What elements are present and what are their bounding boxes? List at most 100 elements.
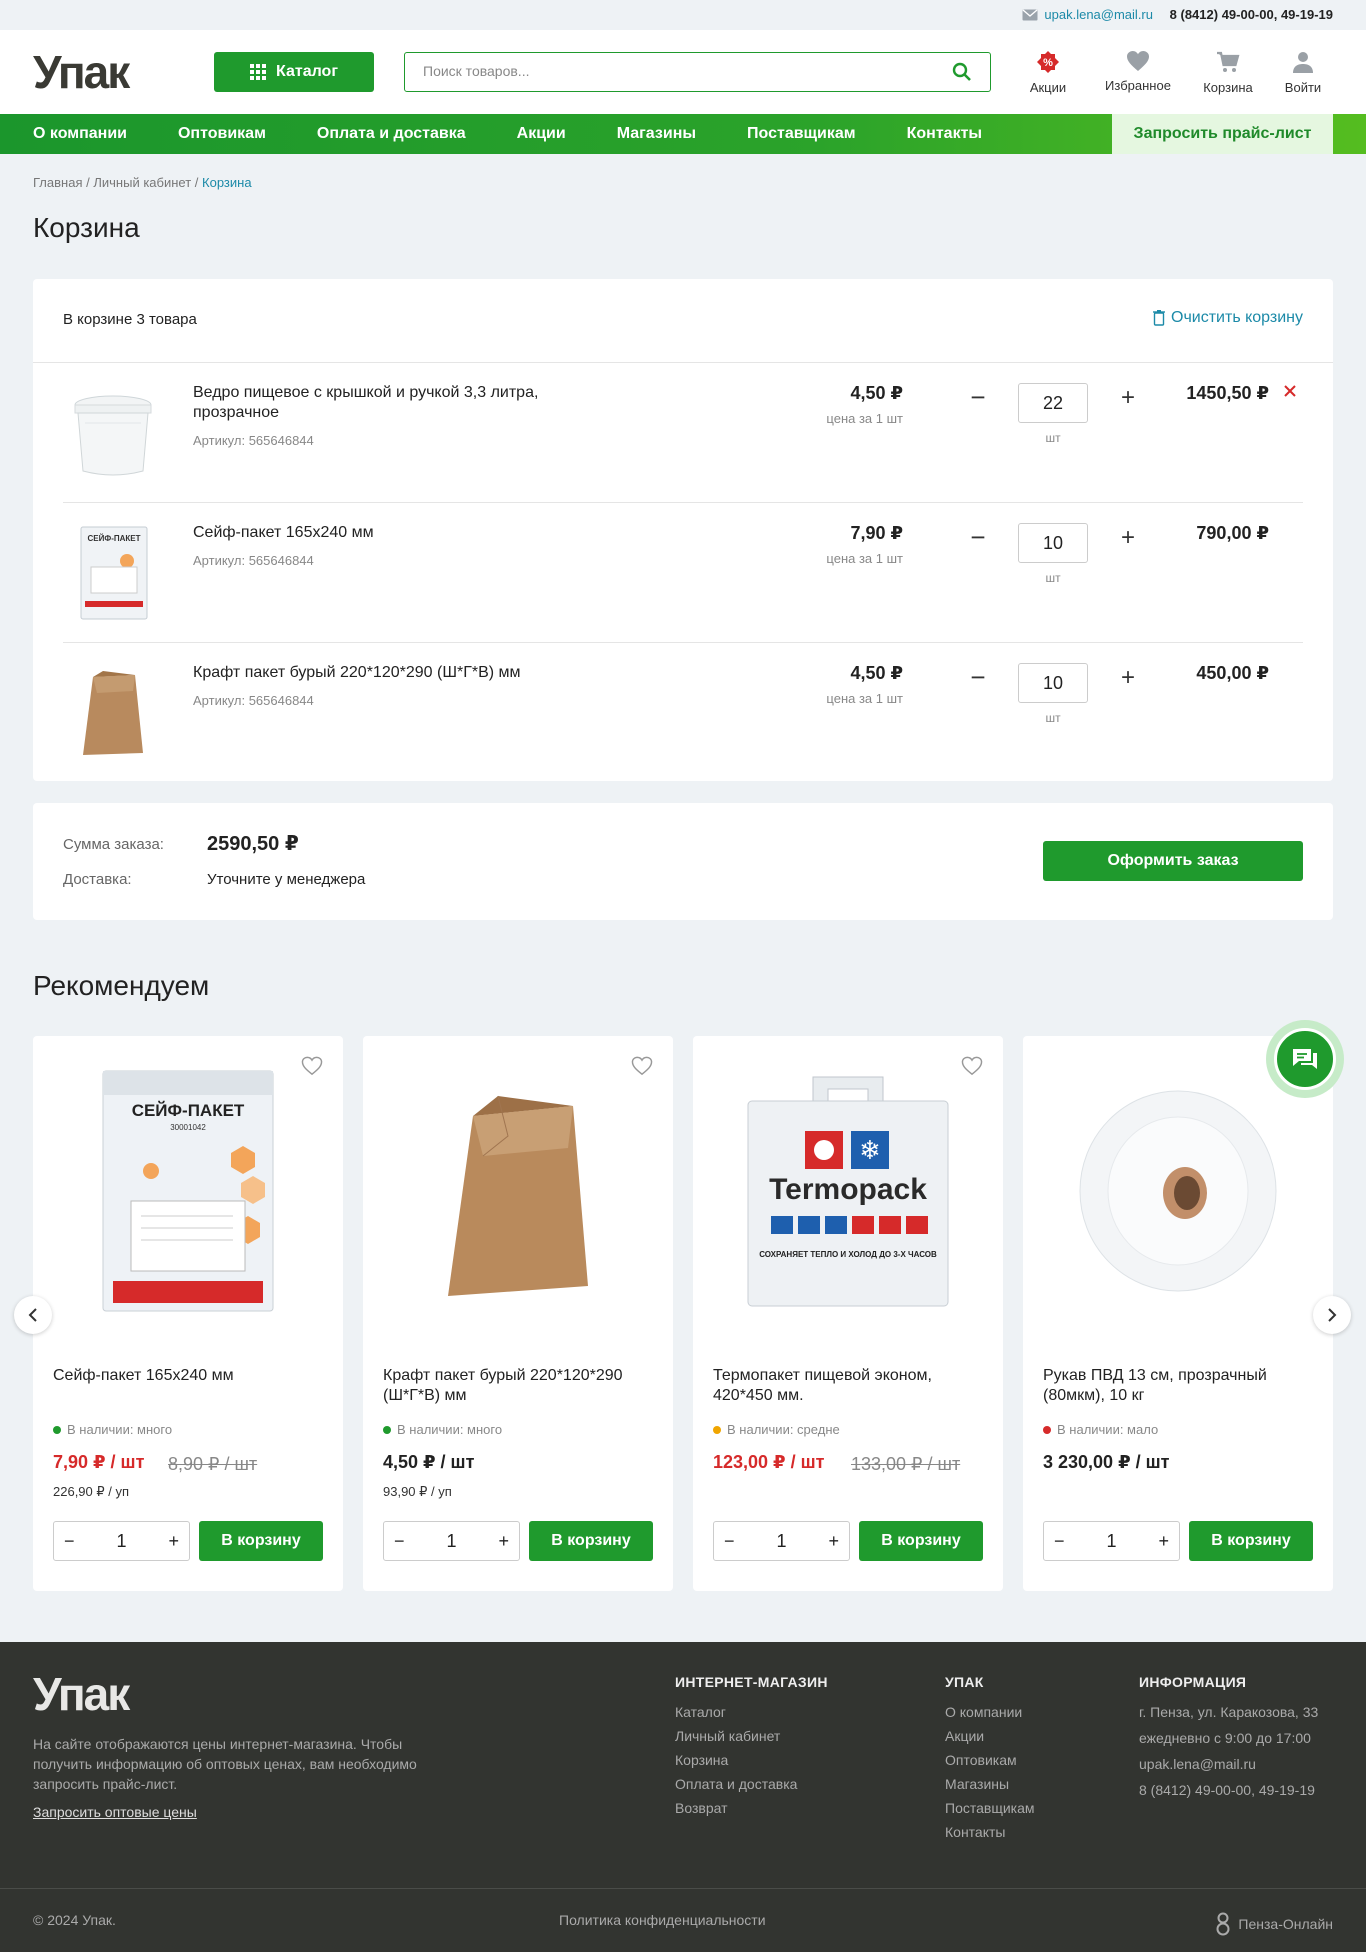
add-to-cart-button[interactable]: В корзину xyxy=(529,1521,653,1561)
product-card-name[interactable]: Термопакет пищевой эконом, 420*450 мм. xyxy=(713,1366,983,1406)
nav-item-stores[interactable]: Магазины xyxy=(617,125,696,143)
footer-link[interactable]: Личный кабинет xyxy=(675,1728,828,1744)
qty-input[interactable]: 1 xyxy=(776,1531,786,1552)
product-image-safe-bag[interactable]: СЕЙФ-ПАКЕТ xyxy=(63,523,163,623)
header-phone[interactable]: 8 (8412) 49-00-00, 49-19-19 xyxy=(1170,7,1333,22)
product-image-safe-bag[interactable]: СЕЙФ-ПАКЕТ 30001042 xyxy=(53,1066,323,1316)
qty-input[interactable]: 1 xyxy=(1106,1531,1116,1552)
qty-increase-button[interactable]: + xyxy=(1113,663,1143,693)
chat-button[interactable] xyxy=(1266,1020,1344,1098)
product-card-name[interactable]: Рукав ПВД 13 см, прозрачный (80мкм), 10 … xyxy=(1043,1366,1313,1406)
product-image-kraft-bag[interactable] xyxy=(63,663,163,763)
add-to-cart-button[interactable]: В корзину xyxy=(859,1521,983,1561)
qty-increase-button[interactable]: + xyxy=(498,1531,509,1552)
qty-increase-button[interactable]: + xyxy=(1158,1531,1169,1552)
qty-unit: шт xyxy=(1045,431,1061,445)
footer-link[interactable]: Каталог xyxy=(675,1704,828,1720)
cart-item-unit-label: цена за 1 шт xyxy=(826,411,903,426)
footer-link[interactable]: Магазины xyxy=(945,1776,1035,1792)
search-icon[interactable] xyxy=(952,62,972,82)
nav-item-wholesale[interactable]: Оптовикам xyxy=(178,125,266,143)
product-card-name[interactable]: Сейф-пакет 165х240 мм xyxy=(53,1366,323,1386)
footer-link[interactable]: О компании xyxy=(945,1704,1035,1720)
footer-email[interactable]: upak.lena@mail.ru xyxy=(1139,1756,1318,1772)
footer-col-info: ИНФОРМАЦИЯ г. Пенза, ул. Каракозова, 33 … xyxy=(1139,1674,1318,1808)
login-link[interactable]: Войти xyxy=(1273,50,1333,95)
qty-decrease-button[interactable]: − xyxy=(394,1531,405,1552)
footer-col-company: УПАК О компании Акции Оптовикам Магазины… xyxy=(945,1674,1035,1848)
footer-logo[interactable]: Упак xyxy=(33,1668,168,1720)
qty-increase-button[interactable]: + xyxy=(1113,523,1143,553)
svg-text:Упак: Упак xyxy=(33,50,131,92)
qty-decrease-button[interactable]: − xyxy=(724,1531,735,1552)
qty-input[interactable]: 1 xyxy=(116,1531,126,1552)
qty-decrease-button[interactable]: − xyxy=(64,1531,75,1552)
footer-link[interactable]: Контакты xyxy=(945,1824,1035,1840)
header-email[interactable]: upak.lena@mail.ru xyxy=(1022,7,1153,22)
discount-icon: % xyxy=(1037,51,1059,73)
price-list-request-button[interactable]: Запросить прайс-лист xyxy=(1112,114,1333,154)
quantity-stepper: − 1 + xyxy=(383,1521,520,1561)
carousel-next-button[interactable] xyxy=(1313,1296,1351,1334)
stock-dot xyxy=(53,1425,61,1434)
cart-link[interactable]: Корзина xyxy=(1183,50,1273,95)
qty-input[interactable]: 1 xyxy=(446,1531,456,1552)
qty-input[interactable]: 10 xyxy=(1018,663,1088,703)
remove-item-button[interactable] xyxy=(1279,381,1301,403)
order-summary: Сумма заказа: 2590,50 ₽ Доставка: Уточни… xyxy=(33,803,1333,920)
qty-increase-button[interactable]: + xyxy=(168,1531,179,1552)
qty-increase-button[interactable]: + xyxy=(1113,383,1143,413)
cart-item-name[interactable]: Крафт пакет бурый 220*120*290 (Ш*Г*В) мм xyxy=(193,663,593,683)
footer-link[interactable]: Возврат xyxy=(675,1800,828,1816)
footer-link[interactable]: Оплата и доставка xyxy=(675,1776,828,1792)
footer-link[interactable]: Корзина xyxy=(675,1752,828,1768)
product-card-name[interactable]: Крафт пакет бурый 220*120*290 (Ш*Г*В) мм xyxy=(383,1366,653,1406)
qty-decrease-button[interactable]: − xyxy=(963,523,993,553)
nav-item-payment-delivery[interactable]: Оплата и доставка xyxy=(317,125,466,143)
cart-item-sku: Артикул: 565646844 xyxy=(193,553,314,568)
favorites-link[interactable]: Избранное xyxy=(1093,50,1183,95)
site-logo[interactable]: Упак xyxy=(33,46,168,98)
nav-item-about[interactable]: О компании xyxy=(33,125,127,143)
cart-item-name[interactable]: Ведро пищевое с крышкой и ручкой 3,3 лит… xyxy=(193,383,593,423)
product-image-thermo-bag[interactable]: ❄ Termopack СОХРАНЯЕТ ТЕПЛО И ХОЛОД ДО 3-Х… xyxy=(713,1066,983,1316)
footer-link[interactable]: Акции xyxy=(945,1728,1035,1744)
footer-link[interactable]: Поставщикам xyxy=(945,1800,1035,1816)
wholesale-prices-link[interactable]: Запросить оптовые цены xyxy=(33,1804,197,1820)
favorites-label: Избранное xyxy=(1105,78,1171,93)
add-to-cart-button[interactable]: В корзину xyxy=(1189,1521,1313,1561)
breadcrumb-home[interactable]: Главная xyxy=(33,175,82,190)
partner-link[interactable]: Пенза-Онлайн xyxy=(1216,1912,1333,1936)
footer-phone[interactable]: 8 (8412) 49-00-00, 49-19-19 xyxy=(1139,1782,1318,1798)
footer-hours: ежедневно с 9:00 до 17:00 xyxy=(1139,1730,1311,1746)
qty-increase-button[interactable]: + xyxy=(828,1531,839,1552)
qty-decrease-button[interactable]: − xyxy=(1054,1531,1065,1552)
footer-link[interactable]: Оптовикам xyxy=(945,1752,1035,1768)
breadcrumb-account[interactable]: Личный кабинет xyxy=(93,175,191,190)
nav-item-promos[interactable]: Акции xyxy=(517,125,566,143)
carousel-prev-button[interactable] xyxy=(14,1296,52,1334)
qty-decrease-button[interactable]: − xyxy=(963,383,993,413)
top-bar: upak.lena@mail.ru 8 (8412) 49-00-00, 49-… xyxy=(0,0,1366,30)
cart-item-name[interactable]: Сейф-пакет 165х240 мм xyxy=(193,523,593,543)
checkout-button[interactable]: Оформить заказ xyxy=(1043,841,1303,881)
qty-decrease-button[interactable]: − xyxy=(963,663,993,693)
stock-status: В наличии: много xyxy=(383,1422,502,1437)
product-image-film-roll[interactable] xyxy=(1043,1066,1313,1316)
product-card-pack-price: 93,90 ₽ / уп xyxy=(383,1484,452,1499)
product-image-bucket[interactable] xyxy=(63,383,163,483)
qty-input[interactable]: 10 xyxy=(1018,523,1088,563)
search-input[interactable] xyxy=(423,53,943,89)
qty-input[interactable]: 22 xyxy=(1018,383,1088,423)
nav-item-contacts[interactable]: Контакты xyxy=(907,125,982,143)
privacy-policy-link[interactable]: Политика конфиденциальности xyxy=(559,1912,766,1928)
partner-logo-icon xyxy=(1216,1912,1230,1936)
heart-icon xyxy=(1127,51,1149,71)
product-image-kraft-bag[interactable] xyxy=(383,1066,653,1316)
nav-item-suppliers[interactable]: Поставщикам xyxy=(747,125,856,143)
clear-cart-button[interactable]: Очистить корзину xyxy=(1153,309,1303,327)
add-to-cart-button[interactable]: В корзину xyxy=(199,1521,323,1561)
promo-link[interactable]: % Акции xyxy=(1003,50,1093,95)
footer-col-shop: ИНТЕРНЕТ-МАГАЗИН Каталог Личный кабинет … xyxy=(675,1674,828,1824)
catalog-button[interactable]: Каталог xyxy=(214,52,374,92)
